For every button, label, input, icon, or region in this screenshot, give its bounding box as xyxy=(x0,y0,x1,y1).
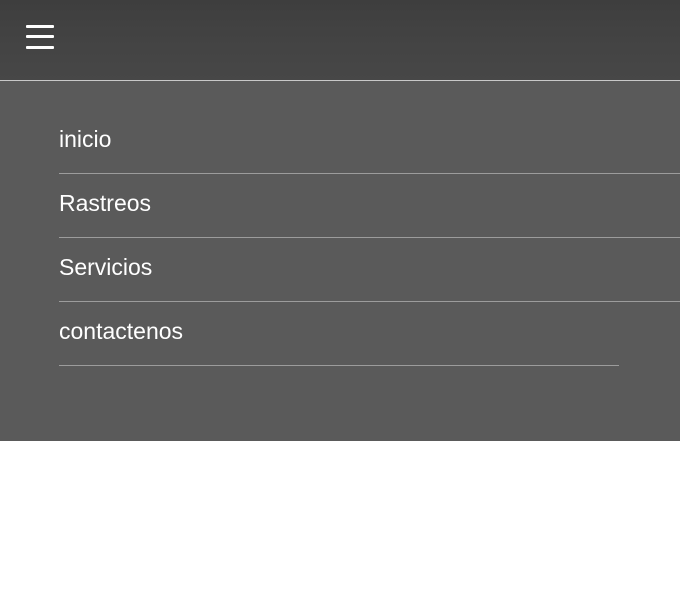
hamburger-bar xyxy=(26,25,54,28)
menu-item-rastreos[interactable]: Rastreos xyxy=(59,174,680,238)
menu-item-inicio[interactable]: inicio xyxy=(59,110,680,174)
menu-item-label[interactable]: Servicios xyxy=(59,256,152,279)
top-navbar xyxy=(0,0,680,81)
hamburger-bar xyxy=(26,35,54,38)
menu-item-label[interactable]: contactenos xyxy=(59,320,183,343)
hamburger-menu-icon[interactable] xyxy=(26,22,56,52)
hamburger-bar xyxy=(26,46,54,49)
dropdown-menu-panel: inicio Rastreos Servicios contactenos xyxy=(0,81,680,441)
menu-list: inicio Rastreos Servicios contactenos xyxy=(59,110,680,366)
menu-item-servicios[interactable]: Servicios xyxy=(59,238,680,302)
menu-item-contactenos[interactable]: contactenos xyxy=(59,302,619,366)
menu-item-label[interactable]: Rastreos xyxy=(59,192,151,215)
menu-item-label[interactable]: inicio xyxy=(59,128,111,151)
